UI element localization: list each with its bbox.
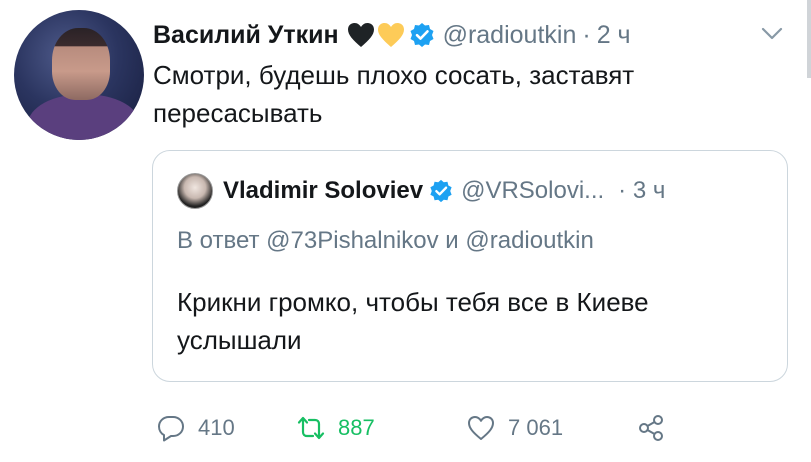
retweet-icon (297, 416, 325, 440)
quoted-tweet[interactable]: Vladimir Soloviev @VRSolovi... · 3 ч В о… (152, 150, 788, 382)
scrollbar[interactable] (807, 0, 811, 78)
reply-button[interactable]: 410 (156, 413, 296, 443)
header-separator: · (582, 20, 591, 49)
quoted-separator: · (618, 177, 627, 204)
quoted-author-name: Vladimir Soloviev (223, 177, 424, 204)
like-count: 7 061 (508, 415, 564, 440)
quoted-time-value: 3 ч (632, 177, 666, 204)
quoted-reply-context: В ответ @73Pishalnikov и @radioutkin (177, 227, 594, 254)
reply-icon (158, 416, 184, 442)
quoted-tweet-time: · 3 ч (618, 177, 665, 205)
verified-badge-icon (430, 179, 452, 203)
like-button[interactable]: 7 061 (466, 413, 636, 443)
avatar-body (28, 94, 140, 140)
tweet-time[interactable]: 2 ч (597, 21, 631, 50)
reply-count: 410 (198, 415, 235, 440)
avatar-face (52, 28, 110, 100)
quoted-tweet-text: Крикни громко, чтобы тебя все в Киеве ус… (177, 287, 649, 355)
retweet-count: 887 (338, 415, 375, 440)
tweet-actions: 410 887 7 061 (156, 410, 676, 446)
quoted-author-handle: @VRSolovi... (461, 177, 605, 204)
share-button[interactable] (636, 413, 676, 443)
share-icon (639, 415, 663, 441)
chevron-down-icon[interactable] (760, 26, 784, 42)
heart-icon (468, 416, 494, 440)
tweet-header: Василий Уткин @radioutkin · 2 ч (153, 18, 631, 52)
author-name[interactable]: Василий Уткин (153, 21, 339, 50)
tweet-text: Смотри, будешь плохо сосать, заставят пе… (153, 60, 635, 128)
yellow-heart-icon (377, 23, 404, 47)
quoted-tweet-header: Vladimir Soloviev @VRSolovi... · 3 ч (177, 173, 665, 209)
author-avatar[interactable] (14, 10, 144, 140)
quoted-author-avatar[interactable] (177, 173, 213, 209)
verified-badge-icon (410, 23, 434, 47)
author-handle[interactable]: @radioutkin (443, 21, 577, 50)
black-heart-icon (347, 23, 374, 47)
retweet-button[interactable]: 887 (296, 413, 466, 443)
